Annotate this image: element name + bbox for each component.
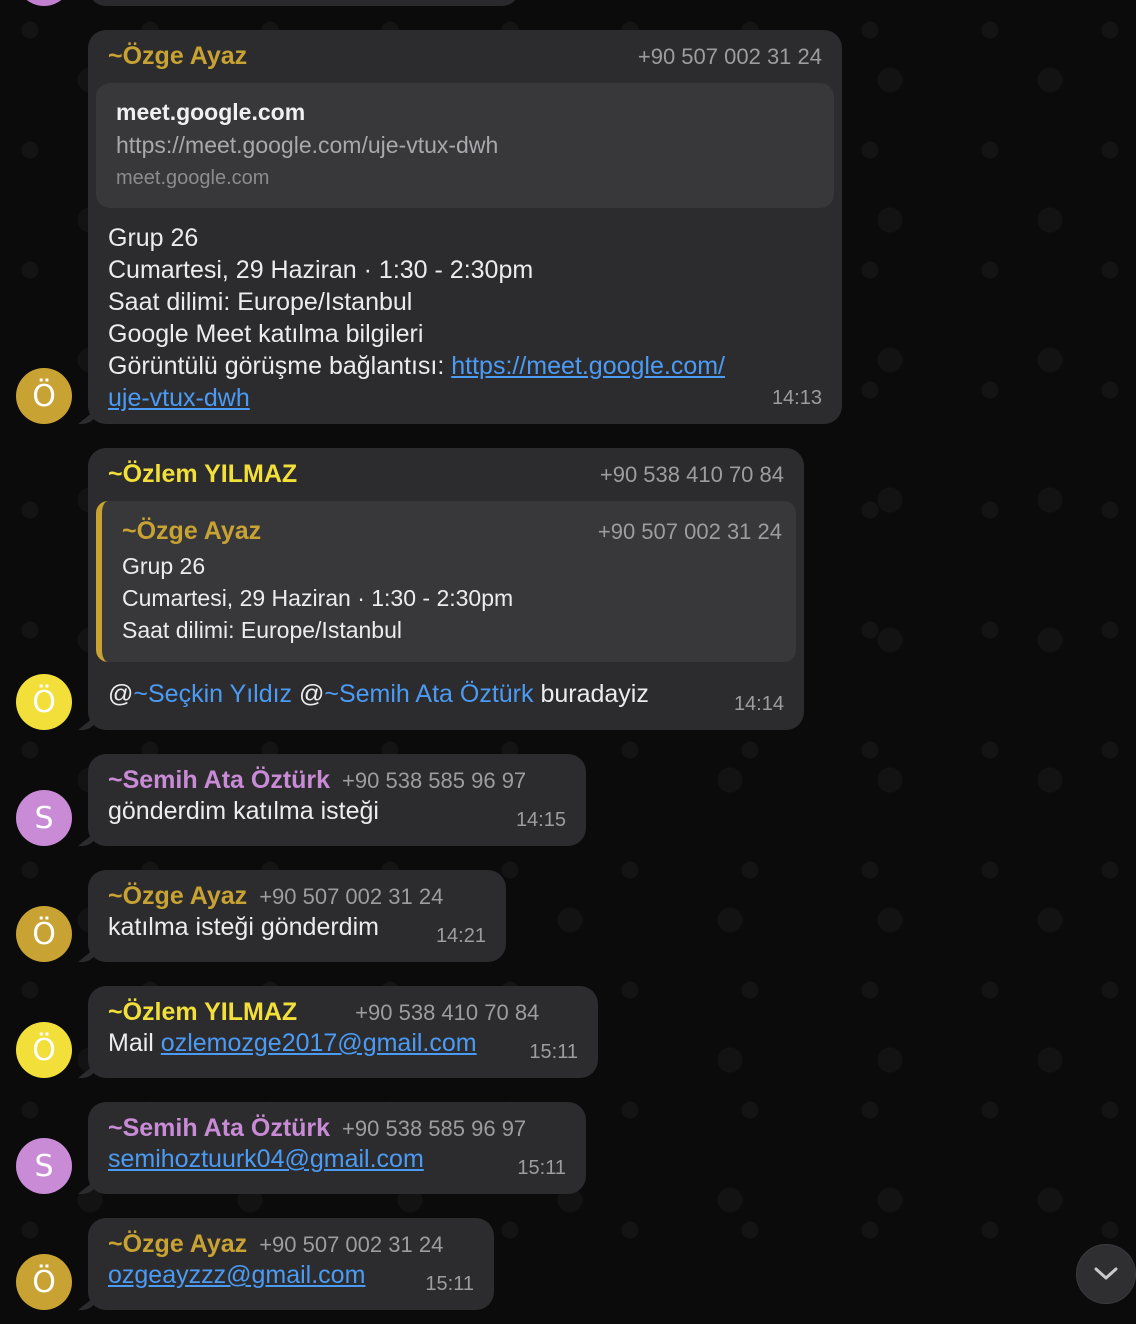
message-line: Cumartesi, 29 Haziran · 1:30 - 2:30pm [108,256,534,284]
link-prefix: Görüntülü görüşme bağlantısı: [108,352,452,380]
sender-name[interactable]: ~Özlem YILMAZ [108,460,297,489]
sender-name[interactable]: ~Özge Ayaz [108,1230,247,1259]
meet-link[interactable]: https://meet.google.com/ [451,352,725,380]
message-prefix: Mail [108,1029,161,1057]
message-bubble[interactable]: ~Özge Ayaz +90 507 002 31 24 meet.google… [88,30,842,424]
email-link[interactable]: ozlemozge2017@gmail.com [161,1029,477,1057]
message-text: semihoztuurk04@gmail.com [108,1143,566,1175]
quoted-line: Cumartesi, 29 Haziran · 1:30 - 2:30pm [122,585,514,611]
quoted-line: Grup 26 [122,553,206,579]
message-line: Grup 26 [108,224,199,252]
message-bubble[interactable]: ~Özlem YILMAZ +90 538 410 70 84 Mail ozl… [88,986,598,1078]
avatar[interactable]: Ö [16,1254,72,1310]
quoted-line: Saat dilimi: Europe/Istanbul [122,617,402,643]
email-link[interactable]: ozgeayzzz@gmail.com [108,1261,365,1289]
message-text: ozgeayzzz@gmail.com [108,1259,474,1291]
message-time: 15:11 [517,1157,566,1179]
link-preview[interactable]: meet.google.com https://meet.google.com/… [96,83,834,208]
scroll-to-bottom-button[interactable] [1076,1244,1136,1304]
message-time: 15:11 [529,1041,578,1063]
message-time: 14:13 [771,387,822,409]
sender-name[interactable]: ~Özge Ayaz [108,882,247,911]
quoted-message[interactable]: ~Özge Ayaz +90 507 002 31 24 Grup 26 Cum… [96,501,796,662]
sender-phone: +90 507 002 31 24 [259,884,444,909]
avatar[interactable]: S [16,1138,72,1194]
preview-domain: meet.google.com [116,167,270,189]
message-text: Grup 26 Cumartesi, 29 Haziran · 1:30 - 2… [108,222,822,414]
sender-name[interactable]: ~Semih Ata Öztürk [108,766,330,795]
message-text: katılma isteği gönderdim [108,913,379,941]
message-suffix: buradayiz [533,680,649,708]
meet-link-continued[interactable]: uje-vtux-dwh [108,384,250,412]
message-text: @~Seçkin Yıldız @~Semih Ata Öztürk burad… [108,678,784,710]
quoted-sender-phone: +90 507 002 31 24 [597,519,782,544]
mention-prefix: @ [292,680,325,708]
sender-phone: +90 538 585 96 97 [342,1116,527,1141]
message-line: Saat dilimi: Europe/Istanbul [108,288,413,316]
message-text: Mail ozlemozge2017@gmail.com [108,1027,578,1059]
sender-name[interactable]: ~Özge Ayaz [108,42,247,71]
avatar[interactable]: Ö [16,674,72,730]
avatar[interactable]: S [16,790,72,846]
preview-site-name: meet.google.com [116,99,306,125]
avatar[interactable]: Ö [16,906,72,962]
message-bubble[interactable] [88,0,520,6]
avatar[interactable]: Ö [16,1022,72,1078]
message-bubble[interactable]: ~Semih Ata Öztürk +90 538 585 96 97 semi… [88,1102,586,1194]
message-bubble[interactable]: ~Semih Ata Öztürk +90 538 585 96 97 gönd… [88,754,586,846]
mention-semih[interactable]: ~Semih Ata Öztürk [324,680,533,708]
message-time: 14:15 [515,809,566,831]
message-time: 14:21 [435,925,486,947]
sender-phone: +90 538 410 70 84 [599,462,784,487]
sender-phone: +90 507 002 31 24 [259,1232,444,1257]
message-time: 14:14 [733,693,784,715]
message-text: gönderdim katılma isteği [108,797,379,825]
sender-phone: +90 538 585 96 97 [342,768,527,793]
mention-prefix: @ [108,680,134,708]
email-link[interactable]: semihoztuurk04@gmail.com [108,1145,424,1173]
avatar[interactable]: Ö [16,368,72,424]
chevron-down-icon [1094,1267,1118,1280]
mention-seckin[interactable]: ~Seçkin Yıldız [133,680,292,708]
quoted-sender-name: ~Özge Ayaz [122,517,262,545]
sender-phone: +90 538 410 70 84 [355,1000,540,1025]
message-time: 15:11 [425,1273,474,1295]
sender-name[interactable]: ~Özlem YILMAZ [108,998,297,1027]
message-bubble[interactable]: ~Özge Ayaz +90 507 002 31 24 ozgeayzzz@g… [88,1218,494,1310]
message-bubble[interactable]: ~Özge Ayaz +90 507 002 31 24 katılma ist… [88,870,506,962]
message-line: Google Meet katılma bilgileri [108,320,424,348]
sender-name[interactable]: ~Semih Ata Öztürk [108,1114,330,1143]
sender-phone: +90 507 002 31 24 [637,44,822,69]
message-bubble[interactable]: ~Özlem YILMAZ +90 538 410 70 84 ~Özge Ay… [88,448,804,730]
preview-url: https://meet.google.com/uje-vtux-dwh [116,132,499,158]
